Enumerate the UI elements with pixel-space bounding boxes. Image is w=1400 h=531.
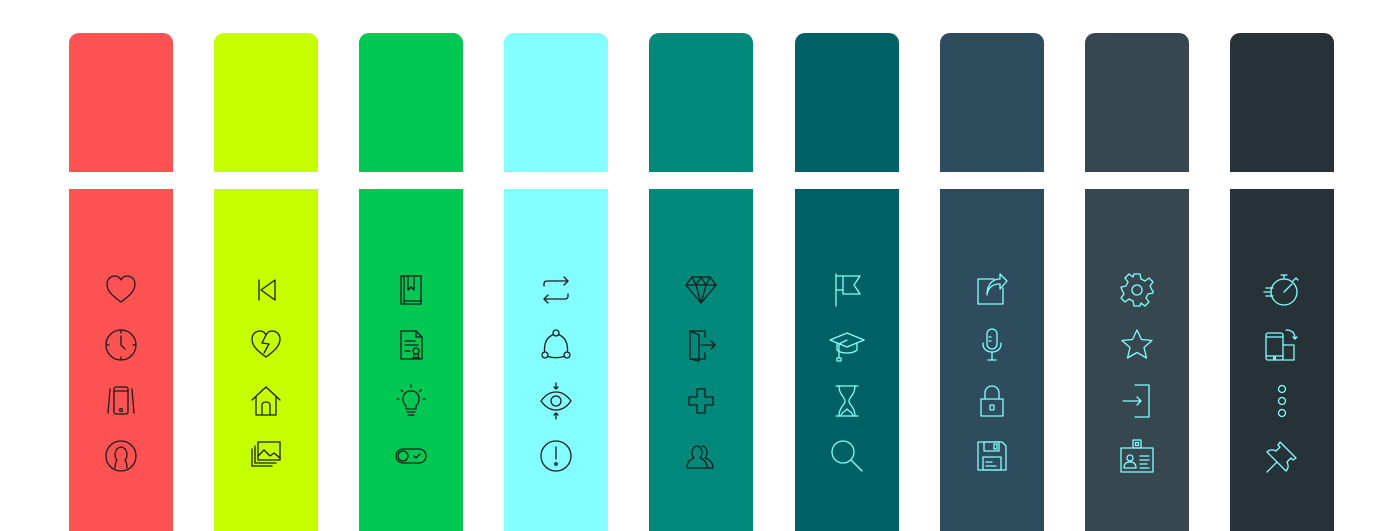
icon-strip — [359, 189, 463, 531]
lightbulb-icon — [391, 381, 431, 421]
lock-icon — [972, 381, 1012, 421]
palette-column — [795, 0, 899, 531]
icon-strip — [214, 189, 318, 531]
fast-timer-icon — [1262, 270, 1302, 310]
icon-strip — [940, 189, 1044, 531]
palette-column — [1085, 0, 1189, 531]
id-badge-icon — [1117, 436, 1157, 476]
more-vertical-icon — [1262, 381, 1302, 421]
toggle-switch-icon — [391, 436, 431, 476]
broken-heart-icon — [246, 325, 286, 365]
graduation-cap-icon — [827, 325, 867, 365]
login-icon — [1117, 381, 1157, 421]
icon-strip — [504, 189, 608, 531]
icon-strip — [1085, 189, 1189, 531]
share-nodes-icon — [536, 325, 576, 365]
pin-icon — [1262, 436, 1302, 476]
palette-column — [1230, 0, 1334, 531]
repeat-icon — [536, 270, 576, 310]
clock-icon — [101, 325, 141, 365]
alert-circle-icon — [536, 436, 576, 476]
image-stack-icon — [246, 436, 286, 476]
icon-strip — [795, 189, 899, 531]
palette-column — [940, 0, 1044, 531]
palette-column — [69, 0, 173, 531]
star-icon — [1117, 325, 1157, 365]
skip-back-icon — [246, 270, 286, 310]
share-external-icon — [972, 270, 1012, 310]
hourglass-icon — [827, 381, 867, 421]
search-icon — [827, 436, 867, 476]
heart-icon — [101, 270, 141, 310]
icon-strip — [69, 189, 173, 531]
palette-column — [504, 0, 608, 531]
users-icon — [681, 436, 721, 476]
home-icon — [246, 381, 286, 421]
palette-column — [214, 0, 318, 531]
phone-rotate-icon — [1262, 325, 1302, 365]
color-swatch — [1085, 33, 1189, 172]
plus-icon — [681, 381, 721, 421]
color-swatch — [214, 33, 318, 172]
color-swatch — [504, 33, 608, 172]
color-swatch — [940, 33, 1044, 172]
palette-column — [359, 0, 463, 531]
microphone-icon — [972, 325, 1012, 365]
color-swatch — [359, 33, 463, 172]
flag-icon — [827, 270, 867, 310]
save-floppy-icon — [972, 436, 1012, 476]
vibrating-phone-icon — [101, 381, 141, 421]
color-swatch — [649, 33, 753, 172]
bookmark-book-icon — [391, 270, 431, 310]
exit-door-icon — [681, 325, 721, 365]
icon-strip — [1230, 189, 1334, 531]
icon-strip — [649, 189, 753, 531]
user-circle-icon — [101, 436, 141, 476]
diamond-icon — [681, 270, 721, 310]
palette-column — [649, 0, 753, 531]
color-swatch — [69, 33, 173, 172]
color-swatch — [1230, 33, 1334, 172]
eye-focus-icon — [536, 381, 576, 421]
gear-icon — [1117, 270, 1157, 310]
color-swatch — [795, 33, 899, 172]
certificate-document-icon — [391, 325, 431, 365]
